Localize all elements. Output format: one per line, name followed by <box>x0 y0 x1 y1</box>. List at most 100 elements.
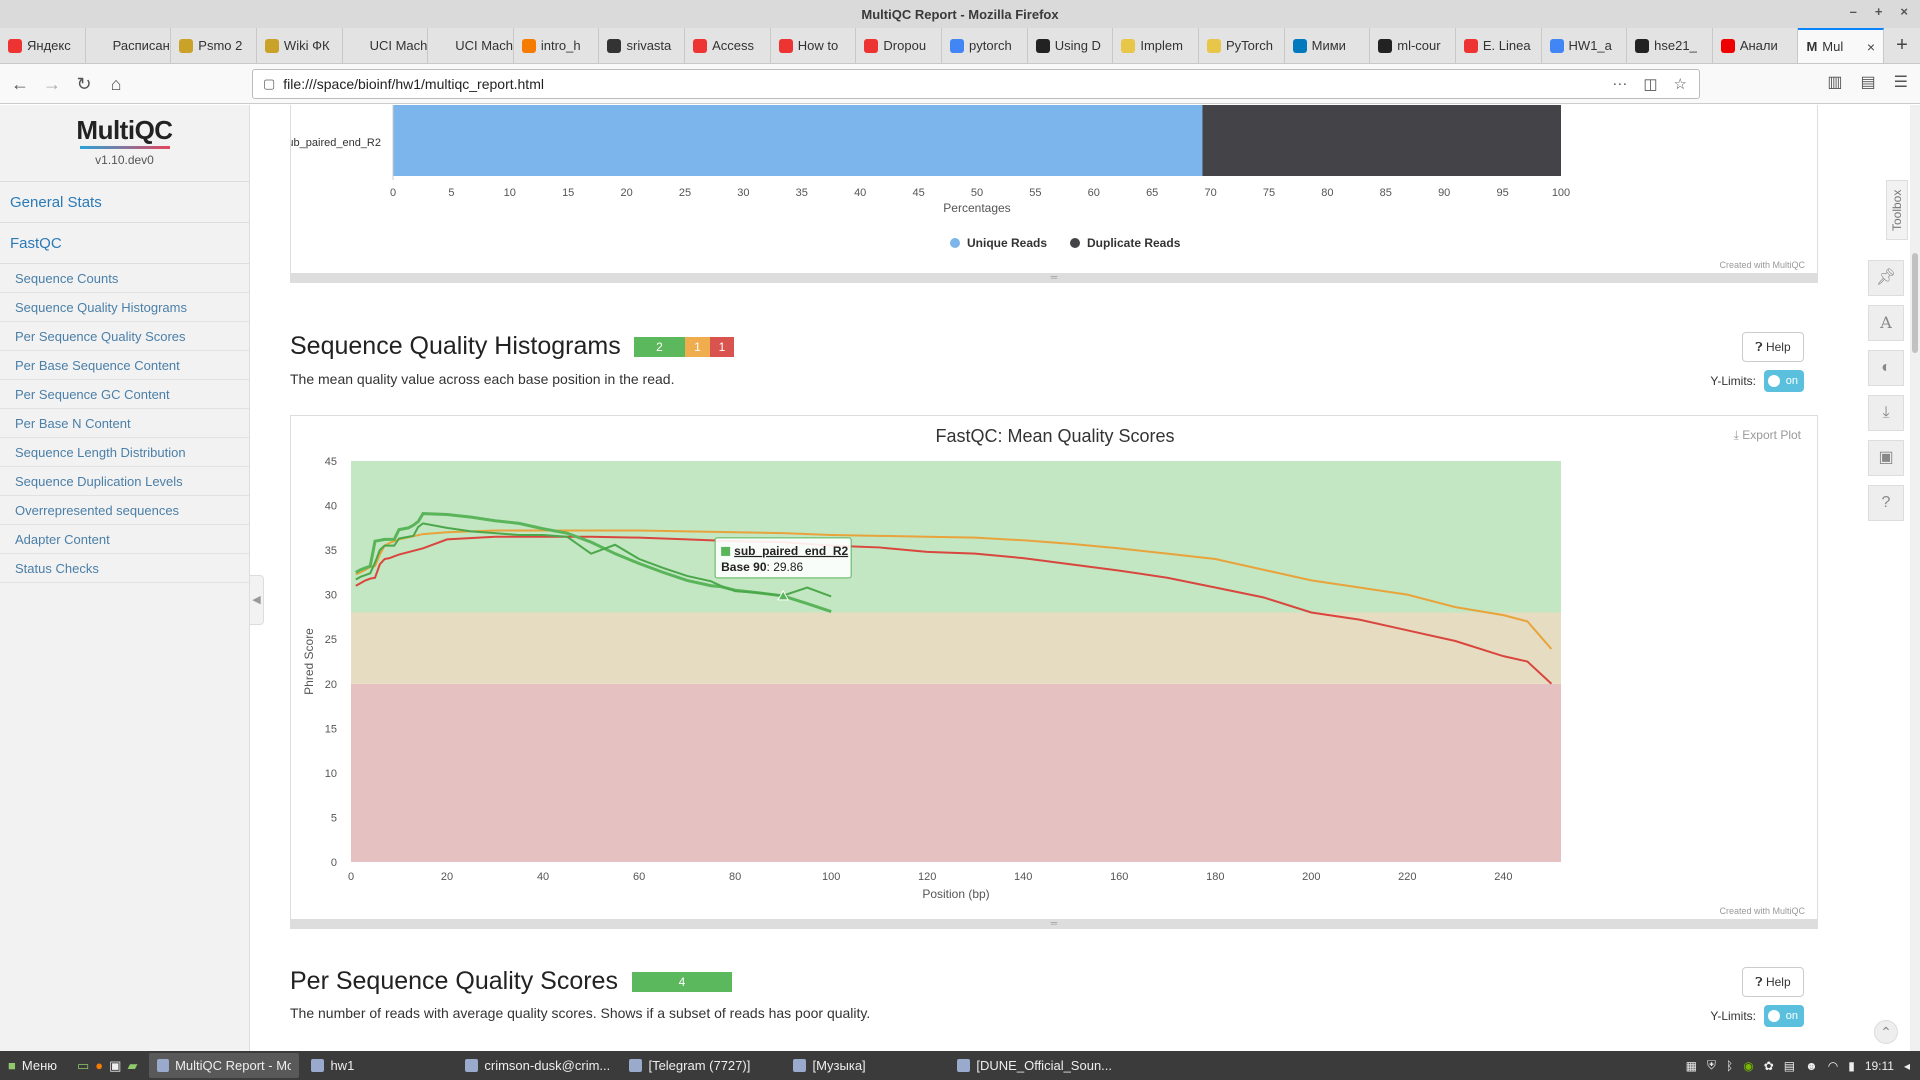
scrollbar-thumb[interactable] <box>1912 253 1918 353</box>
minimize-icon[interactable]: – <box>1850 4 1857 19</box>
browser-tab[interactable]: Wiki ФК <box>257 28 343 63</box>
nvidia-icon[interactable]: ◉ <box>1743 1059 1753 1073</box>
menu-icon[interactable]: ☰ <box>1894 72 1908 92</box>
browser-tab[interactable]: srivasta <box>599 28 686 63</box>
nav-item[interactable]: Per Sequence GC Content <box>0 380 249 409</box>
start-menu-button[interactable]: ■ Меню <box>0 1053 65 1078</box>
export-icon[interactable]: ⤓ <box>1868 395 1904 431</box>
nav-item[interactable]: Overrepresented sequences <box>0 496 249 525</box>
x-tick-label: 60 <box>1088 187 1100 199</box>
browser-tab[interactable]: How to <box>771 28 857 63</box>
page-scrollbar[interactable] <box>1910 105 1920 1051</box>
browser-tab[interactable]: intro_h <box>514 28 600 63</box>
nav-item[interactable]: Sequence Counts <box>0 264 249 293</box>
back-icon[interactable]: ← <box>8 72 32 96</box>
nav-item[interactable]: Sequence Duplication Levels <box>0 467 249 496</box>
save-icon[interactable]: ▣ <box>1868 440 1904 476</box>
ylimits-toggle[interactable]: on <box>1764 1005 1804 1027</box>
browser-tab[interactable]: HW1_a <box>1542 28 1628 63</box>
browser-tab[interactable]: PyTorch <box>1199 28 1285 63</box>
browser-tab[interactable]: hse21_ <box>1627 28 1713 63</box>
terminal-launcher-icon[interactable]: ▣ <box>109 1058 121 1074</box>
show-desktop-icon[interactable]: ▭ <box>77 1058 89 1074</box>
browser-tab[interactable]: pytorch <box>942 28 1028 63</box>
multiqc-logo[interactable]: MultiQC v1.10.dev0 <box>0 105 249 182</box>
chart-resize-handle[interactable]: ═ <box>291 919 1817 928</box>
update-manager-icon[interactable]: ▦ <box>1686 1059 1697 1073</box>
forward-icon[interactable]: → <box>40 72 64 96</box>
browser-tab[interactable]: UCI Machin <box>343 28 429 63</box>
browser-tab-active[interactable]: M Mul × <box>1798 28 1885 63</box>
page-info-icon[interactable]: ▢ <box>263 76 275 92</box>
help-button[interactable]: ❓︎ Help <box>1742 332 1804 362</box>
browser-tab[interactable]: ml-cour <box>1370 28 1456 63</box>
nav-item[interactable]: Adapter Content <box>0 525 249 554</box>
browser-tab[interactable]: UCI Machin <box>428 28 514 63</box>
library-icon[interactable]: ▥ <box>1827 72 1842 92</box>
status-pass: 2 <box>634 337 685 357</box>
window-titlebar: MultiQC Report - Mozilla Firefox – + × <box>0 0 1920 28</box>
bookmark-star-icon[interactable]: ☆ <box>1674 75 1687 93</box>
chat-icon[interactable]: ✿ <box>1764 1059 1774 1073</box>
about-icon[interactable]: ? <box>1868 485 1904 521</box>
nav-item[interactable]: Per Sequence Quality Scores <box>0 322 249 351</box>
taskbar-window-button[interactable]: crimson-dusk@crim... <box>457 1053 617 1078</box>
maximize-icon[interactable]: + <box>1875 4 1883 19</box>
nav-item[interactable]: Per Base N Content <box>0 409 249 438</box>
browser-tab[interactable]: Access <box>685 28 771 63</box>
keyboard-layout-icon[interactable]: ▤ <box>1784 1059 1795 1073</box>
firefox-launcher-icon[interactable]: ● <box>95 1058 103 1073</box>
volume-icon[interactable]: ◂ <box>1904 1059 1910 1073</box>
status-bar[interactable]: 2 1 1 <box>634 337 734 357</box>
page-actions-icon[interactable]: ··· <box>1612 75 1627 93</box>
browser-tab[interactable]: Using D <box>1028 28 1114 63</box>
status-bar[interactable]: 4 <box>632 972 732 992</box>
shield-icon[interactable]: ⛨ <box>1707 1058 1716 1073</box>
close-tab-icon[interactable]: × <box>1867 39 1875 55</box>
close-window-icon[interactable]: × <box>1900 4 1908 19</box>
wifi-icon[interactable]: ◠ <box>1828 1059 1838 1073</box>
nav-item[interactable]: Per Base Sequence Content <box>0 351 249 380</box>
browser-tab[interactable]: Dropou <box>856 28 943 63</box>
ylimits-toggle[interactable]: on <box>1764 370 1804 392</box>
taskbar-window-button[interactable]: hw1 <box>303 1053 453 1078</box>
browser-tab[interactable]: Implem <box>1113 28 1199 63</box>
nav-item[interactable]: Sequence Length Distribution <box>0 438 249 467</box>
toolbox-tab[interactable]: Toolbox <box>1886 180 1908 240</box>
clock[interactable]: 19:11 <box>1865 1059 1894 1073</box>
browser-tab[interactable]: E. Linea <box>1456 28 1542 63</box>
scroll-top-icon[interactable]: ⌃ <box>1874 1020 1898 1044</box>
browser-tab[interactable]: Анали <box>1713 28 1799 63</box>
bluetooth-icon[interactable]: ᛒ <box>1726 1059 1733 1073</box>
taskbar-window-button[interactable]: MultiQC Report - Mo... <box>149 1053 300 1078</box>
browser-tab[interactable]: Psmo 2 <box>171 28 257 63</box>
chart-resize-handle[interactable]: ═ <box>291 273 1817 282</box>
taskbar-window-button[interactable]: [DUNE_Official_Soun... <box>949 1053 1119 1078</box>
sidebar-collapse-handle[interactable]: ◀ <box>250 575 264 625</box>
browser-tab[interactable]: Расписани <box>86 28 172 63</box>
pin-icon[interactable]: 📌︎ <box>1868 260 1904 296</box>
sidebar-toggle-icon[interactable]: ▤ <box>1861 72 1876 92</box>
url-bar[interactable]: ▢ file:///space/bioinf/hw1/multiqc_repor… <box>252 69 1700 99</box>
nav-item[interactable]: Sequence Quality Histograms <box>0 293 249 322</box>
browser-tab-bar: Яндекс Расписани Psmo 2 Wiki ФК UCI Machin UC… <box>0 28 1920 64</box>
browser-tab[interactable]: Мими <box>1285 28 1371 63</box>
nav-fastqc[interactable]: FastQC <box>0 223 249 264</box>
home-icon[interactable]: ⌂ <box>104 72 128 96</box>
rename-icon[interactable]: A <box>1868 305 1904 341</box>
export-plot-button[interactable]: ⤓ Export Plot <box>1734 428 1801 443</box>
reload-icon[interactable]: ↻ <box>72 72 96 96</box>
nav-item[interactable]: Status Checks <box>0 554 249 583</box>
tab-label: srivasta <box>626 38 672 53</box>
files-launcher-icon[interactable]: ▰ <box>127 1058 137 1074</box>
taskbar-window-button[interactable]: [Telegram (7727)] <box>621 1053 781 1078</box>
taskbar-window-button[interactable]: [Музыка] <box>785 1053 945 1078</box>
browser-tab[interactable]: Яндекс <box>0 28 86 63</box>
battery-icon[interactable]: ▮ <box>1848 1059 1855 1073</box>
user-icon[interactable]: ☻ <box>1805 1059 1818 1073</box>
help-button[interactable]: ❓︎ Help <box>1742 967 1804 997</box>
pocket-icon[interactable]: ◫ <box>1643 75 1657 93</box>
hide-samples-icon[interactable]: ◐ <box>1868 350 1904 386</box>
nav-general-stats[interactable]: General Stats <box>0 182 249 223</box>
new-tab-icon[interactable]: + <box>1884 28 1920 63</box>
